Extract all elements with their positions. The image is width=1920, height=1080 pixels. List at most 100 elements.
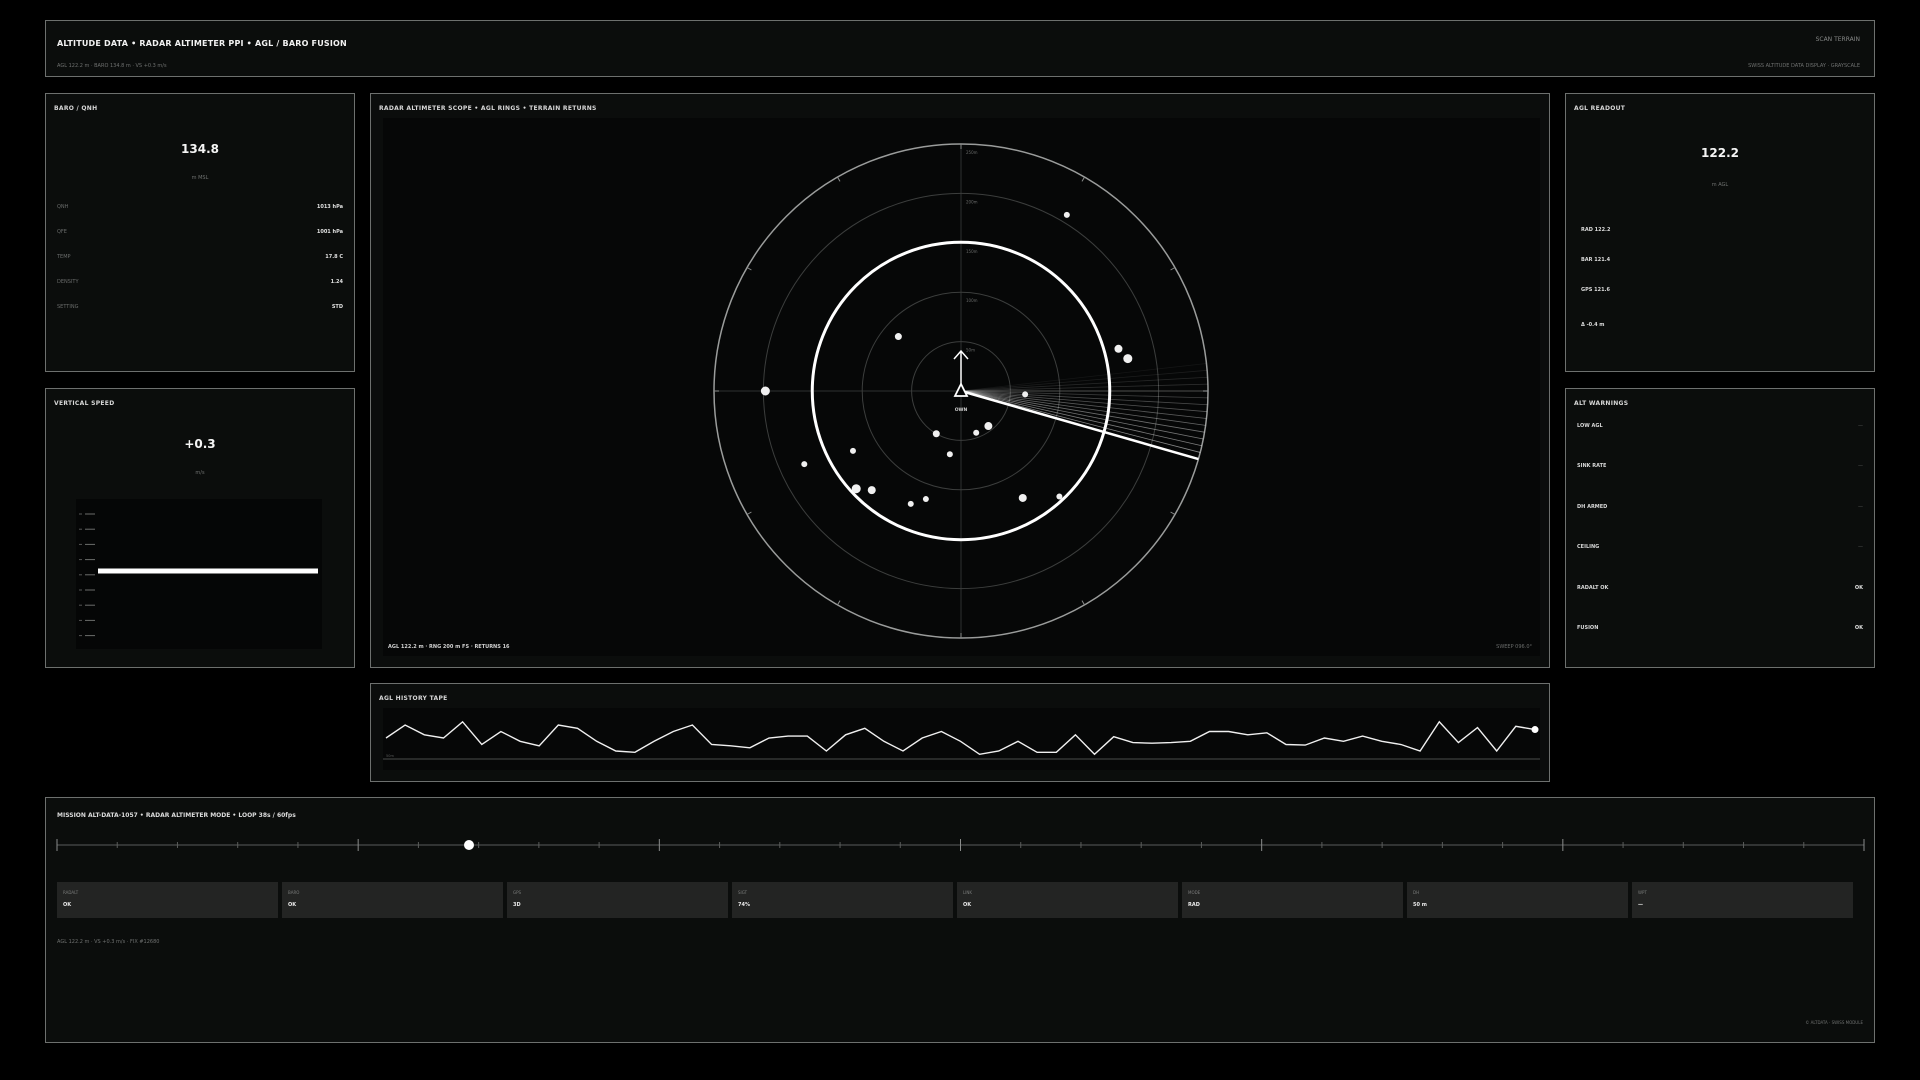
own-ship-icon [953,381,969,397]
bearing-tick [1081,176,1085,182]
warning-ceiling[interactable]: CEILING — [1577,544,1863,550]
header-subtitle: AGL 122.2 m · BARO 134.8 m · VS +0.3 m/s [57,63,167,69]
terrain-return [907,500,914,507]
sweep-trail-line [960,376,1208,392]
agl-row-gps: GPS 121.6 [1581,287,1610,293]
scan-terrain-button[interactable]: SCAN TERRAIN [1816,36,1860,43]
terrain-return [867,486,876,495]
history-line [385,720,1536,756]
vertical-speed-panel: VERTICAL SPEED +0.3 m/s [45,388,355,668]
baro-unit: m MSL [191,175,209,181]
ring-label: 250m [966,150,978,155]
timeline-playhead[interactable] [463,840,474,850]
terrain-return [1056,493,1063,500]
agl-readout-panel: AGL READOUT 122.2 m AGL RAD 122.2 BAR 12… [1565,93,1875,372]
vspeed-title: VERTICAL SPEED [54,400,115,407]
baro-value: 134.8 [181,142,219,156]
mission-title: MISSION ALT-DATA-1057 • RADAR ALTIMETER … [57,812,296,819]
status-card-dh: DH 50 m [1407,882,1628,918]
agl-readout-value: 122.2 [1701,146,1739,160]
terrain-return [894,333,902,341]
app-title: ALTITUDE DATA • RADAR ALTIMETER PPI • AG… [57,39,347,48]
history-tape-svg: 50m [383,720,1540,760]
ring-label: 150m [966,249,978,254]
baro-row-setting: SETTING STD [57,304,343,310]
history-current-dot [1531,726,1539,734]
agl-row-bar: BAR 121.4 [1581,257,1611,263]
bearing-tick [1081,600,1085,606]
warning-sink-rate[interactable]: SINK RATE — [1577,463,1863,469]
mission-timeline[interactable] [46,833,1876,873]
agl-readout-title: AGL READOUT [1574,105,1626,112]
bearing-tick [837,176,841,182]
bearing-tick [746,267,752,271]
header-right-note: SWISS ALTITUDE DATA DISPLAY · GRAYSCALE [1748,63,1860,69]
radar-scope[interactable]: 250m 200m 150m 100m 50m OWN [383,118,1540,656]
status-card-radalt: RADALT OK [57,882,278,918]
own-ship-label: OWN [955,407,968,413]
header-bar: ALTITUDE DATA • RADAR ALTIMETER PPI • AG… [45,20,1875,77]
status-card-sigt: SIGT 74% [732,882,953,918]
radar-title: RADAR ALTIMETER SCOPE • AGL RINGS • TERR… [379,105,597,112]
bearing-tick [746,511,752,515]
status-card-gps: GPS 3D [507,882,728,918]
warning-dh-armed[interactable]: DH ARMED — [1577,504,1863,510]
alt-warnings-panel: ALT WARNINGS LOW AGL — SINK RATE — DH ARME… [1565,388,1875,668]
terrain-return [851,484,861,494]
status-card-mode: MODE RAD [1182,882,1403,918]
bearing-tick [837,600,841,606]
status-card-baro: BARO OK [282,882,503,918]
vspeed-level-bar [98,568,318,574]
terrain-return [946,451,953,458]
ring-label: 100m [966,298,978,303]
ring-label: 200m [966,199,978,204]
history-baseline-label: 50m [386,754,394,758]
terrain-return [932,430,940,438]
agl-readout-unit: m AGL [1711,182,1729,188]
terrain-return [973,429,980,436]
terrain-return [801,461,808,468]
bearing-tick [1170,267,1176,271]
baro-row-qnh: QNH 1013 hPa [57,204,343,210]
sweep-trail-line [960,363,1207,392]
radar-panel: RADAR ALTIMETER SCOPE • AGL RINGS • TERR… [370,93,1550,668]
radar-footer: AGL 122.2 m · RNG 200 m FS · RETURNS 16 [388,644,510,650]
sweep-trail-line [960,390,1204,440]
ring-label: 50m [966,348,975,353]
sweep-trail-line [960,390,1202,447]
warnings-title: ALT WARNINGS [1574,400,1629,407]
sweep-trail-line [960,390,1207,419]
baro-row-density: DENSITY 1.24 [57,279,343,285]
agl-history-panel: AGL HISTORY TAPE 50m [370,683,1550,782]
status-card-wpt: WPT — [1632,882,1853,918]
warning-radalt-ok[interactable]: RADALT OK OK [1577,585,1863,591]
terrain-return [922,496,929,503]
vspeed-gauge-svg [79,513,318,637]
mission-panel: MISSION ALT-DATA-1057 • RADAR ALTIMETER … [45,797,1875,1043]
terrain-return [984,422,993,431]
vspeed-gauge [76,499,322,649]
terrain-return [849,447,856,454]
baro-row-temp: TEMP 17.8 C [57,254,343,260]
history-tape: 50m [383,708,1540,770]
warning-fusion[interactable]: FUSION OK [1577,625,1863,631]
terrain-return [1114,344,1123,353]
mission-footer: AGL 122.2 m · VS +0.3 m/s · FIX #12680 [57,939,160,945]
terrain-return [760,386,770,396]
warning-low-agl[interactable]: LOW AGL — [1577,423,1863,429]
vspeed-unit: m/s [195,470,205,476]
terrain-return [1123,354,1133,364]
radar-scope-svg: 250m 200m 150m 100m 50m OWN [713,143,1209,639]
bearing-tick [1170,511,1176,515]
history-title: AGL HISTORY TAPE [379,695,448,702]
vspeed-value: +0.3 [184,437,216,451]
baro-panel: BARO / QNH 134.8 m MSL QNH 1013 hPa QFE 10… [45,93,355,372]
status-card-link: LINK OK [957,882,1178,918]
terrain-return [1063,211,1070,218]
agl-row-rad: RAD 122.2 [1581,227,1611,233]
radar-sweep-label: SWEEP 096.0° [1496,644,1532,650]
baro-title: BARO / QNH [54,105,98,112]
agl-row-delta: Δ -0.4 m [1581,322,1605,328]
baro-row-qfe: QFE 1001 hPa [57,229,343,235]
terrain-return [1018,493,1027,502]
